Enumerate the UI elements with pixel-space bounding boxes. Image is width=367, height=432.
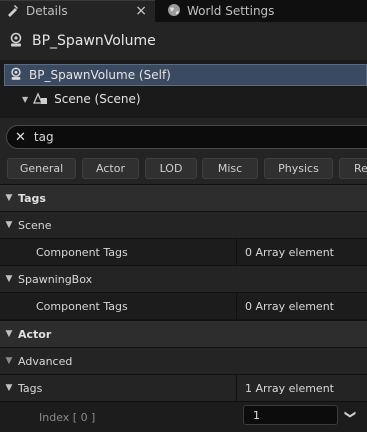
section-advanced-label: Advanced	[18, 354, 73, 368]
filter-general-button[interactable]: General	[7, 158, 76, 179]
property-list: ▼ Tags ▼ Scene Component Tags 0 Array el…	[0, 184, 367, 432]
tree-item-self[interactable]: BP_SpawnVolume (Self)	[4, 64, 367, 86]
section-advanced[interactable]: ▼ Advanced	[0, 347, 367, 374]
component-tree: BP_SpawnVolume (Self) ▼ Scene (Scene)	[0, 60, 367, 118]
actor-icon	[9, 67, 23, 84]
chevron-down-icon[interactable]: ❯	[344, 410, 357, 419]
filter-misc-button[interactable]: Misc	[202, 158, 258, 179]
globe-icon	[167, 3, 181, 20]
collapse-arrow-icon: ▼	[5, 274, 13, 284]
category-filter-bar: General Actor LOD Misc Physics Re	[0, 156, 367, 184]
property-row-component-tags: Component Tags 0 Array element	[0, 238, 367, 265]
category-actor-label: Actor	[18, 327, 52, 341]
search-value: tag	[33, 130, 54, 144]
property-value: 0 Array element	[236, 239, 367, 265]
category-tags-label: Tags	[18, 191, 46, 205]
close-icon[interactable]: ×	[135, 3, 147, 19]
category-tags[interactable]: ▼ Tags	[0, 184, 367, 211]
property-label: Component Tags	[36, 245, 128, 259]
property-value: 1 Array element	[236, 375, 367, 401]
index-0-input[interactable]: 1	[243, 405, 338, 425]
section-scene[interactable]: ▼ Scene	[0, 211, 367, 238]
actor-header: BP_SpawnVolume	[0, 22, 367, 60]
section-scene-label: Scene	[18, 218, 52, 232]
details-icon	[6, 3, 20, 20]
search-input[interactable]: ✕ tag	[6, 125, 367, 149]
property-row-component-tags: Component Tags 0 Array element	[0, 292, 367, 319]
filter-rendering-button[interactable]: Re	[339, 158, 367, 179]
tab-world-settings[interactable]: World Settings	[161, 0, 280, 22]
search-area: ✕ tag	[0, 118, 367, 156]
collapse-arrow-icon: ▼	[5, 356, 13, 366]
expand-arrow-icon[interactable]: ▼	[22, 95, 28, 104]
property-label: Index [ 0 ]	[39, 410, 96, 424]
tree-item-scene[interactable]: ▼ Scene (Scene)	[4, 88, 367, 110]
tab-details[interactable]: Details ×	[0, 0, 155, 22]
filter-actor-button[interactable]: Actor	[82, 158, 139, 179]
section-spawning-box[interactable]: ▼ SpawningBox	[0, 265, 367, 292]
category-actor[interactable]: ▼ Actor	[0, 320, 367, 347]
tab-details-label: Details	[26, 4, 68, 18]
tab-bar: Details × World Settings	[0, 0, 367, 22]
filter-lod-button[interactable]: LOD	[145, 158, 197, 179]
tab-world-settings-label: World Settings	[187, 4, 275, 18]
tree-item-scene-label: Scene (Scene)	[54, 92, 141, 106]
filter-physics-button[interactable]: Physics	[264, 158, 333, 179]
property-row-index-0: Index [ 0 ] 1 ❯	[0, 401, 367, 432]
scene-component-icon	[32, 91, 48, 108]
property-label: Tags	[18, 381, 43, 395]
collapse-arrow-icon: ▼	[5, 193, 13, 203]
property-row-tags[interactable]: ▼ Tags 1 Array element	[0, 374, 367, 401]
clear-search-icon[interactable]: ✕	[15, 130, 26, 145]
collapse-arrow-icon: ▼	[5, 383, 13, 393]
section-spawning-box-label: SpawningBox	[18, 272, 93, 286]
property-value: 0 Array element	[236, 293, 367, 319]
collapse-arrow-icon: ▼	[5, 220, 13, 230]
actor-name: BP_SpawnVolume	[32, 33, 156, 49]
tree-item-self-label: BP_SpawnVolume (Self)	[29, 68, 171, 82]
actor-icon	[8, 32, 24, 51]
property-label: Component Tags	[36, 299, 128, 313]
collapse-arrow-icon: ▼	[5, 329, 13, 339]
